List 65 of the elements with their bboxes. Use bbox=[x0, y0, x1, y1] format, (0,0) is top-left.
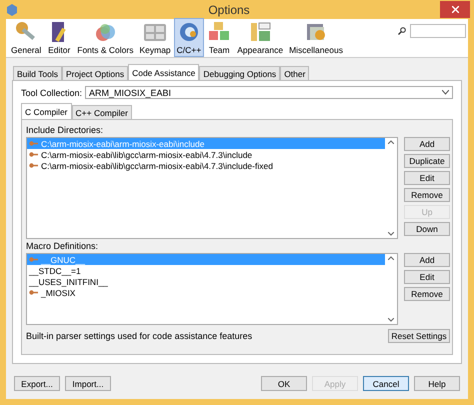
list-item[interactable]: __STDC__=1 bbox=[27, 265, 385, 276]
item-text: C:\arm-miosix-eabi\lib\gcc\arm-miosix-eabi\4.7.3\include bbox=[41, 150, 252, 160]
button[interactable]: Edit bbox=[404, 171, 450, 185]
scroll-up-icon[interactable] bbox=[388, 140, 394, 144]
button[interactable]: Cancel bbox=[363, 376, 409, 391]
scroll-down-icon[interactable] bbox=[388, 232, 394, 236]
item-text: C:\arm-miosix-eabi\lib\gcc\arm-miosix-eabi\4.7.3\include-fixed bbox=[41, 160, 273, 170]
tool-collection-dropdown[interactable]: ARM_MIOSIX_EABI bbox=[85, 86, 453, 99]
list-item[interactable]: C:\arm-miosix-eabi\lib\gcc\arm-miosix-eabi\4.7.3\include bbox=[27, 149, 385, 160]
search-icon bbox=[398, 27, 406, 35]
button[interactable]: Edit bbox=[404, 270, 450, 284]
key-icon bbox=[29, 141, 38, 146]
caret-icon bbox=[442, 90, 449, 95]
category-tab[interactable]: Team bbox=[204, 18, 234, 57]
search-field[interactable] bbox=[410, 24, 466, 38]
tab[interactable]: Build Tools bbox=[13, 66, 62, 81]
category-tab[interactable]: Appearance bbox=[234, 18, 286, 57]
scroll-up-icon[interactable] bbox=[388, 256, 394, 260]
item-text: __GNUC__ bbox=[41, 254, 85, 264]
category-tab[interactable]: C/C++ bbox=[174, 18, 204, 57]
category-tab[interactable]: General bbox=[8, 18, 44, 57]
item-text: __STDC__=1 bbox=[29, 266, 81, 276]
category-tab[interactable]: Editor bbox=[44, 18, 74, 57]
item-text: C:\arm-miosix-eabi\arm-miosix-eabi\include bbox=[41, 138, 204, 148]
category-tab[interactable]: Fonts & Colors bbox=[74, 18, 136, 57]
key-icon bbox=[29, 290, 38, 295]
list-box[interactable]: __GNUC__ __STDC__=1 __USES_INITFINI__ _MIOSIX bbox=[26, 253, 398, 325]
button[interactable]: OK bbox=[261, 376, 307, 391]
button[interactable]: Export... bbox=[14, 376, 60, 391]
item-text: _MIOSIX bbox=[41, 288, 76, 298]
scroll-down-icon[interactable] bbox=[388, 318, 394, 322]
tab[interactable]: C Compiler bbox=[21, 103, 72, 120]
button[interactable]: Import... bbox=[65, 376, 111, 391]
button[interactable]: Duplicate bbox=[404, 154, 450, 168]
key-icon bbox=[29, 163, 38, 168]
reset-settings-button[interactable]: Reset Settings bbox=[388, 329, 450, 343]
list-box[interactable]: C:\arm-miosix-eabi\arm-miosix-eabi\include C:\arm-miosix-eabi\lib\gcc\arm-miosix-eabi\4.7.3\include C:\arm-miosix-eabi\lib\gcc\arm-miosix-eabi\4.7.3\include-fixed bbox=[26, 137, 398, 239]
list-item[interactable]: C:\arm-miosix-eabi\lib\gcc\arm-miosix-eabi\4.7.3\include-fixed bbox=[27, 160, 385, 171]
tab[interactable]: Code Assistance bbox=[128, 64, 200, 81]
key-icon bbox=[29, 257, 38, 262]
note-text: Built-in parser settings used for code assistance features bbox=[26, 331, 252, 341]
button[interactable]: Add bbox=[404, 253, 450, 267]
list-item[interactable]: _MIOSIX bbox=[27, 287, 385, 298]
section-label: Include Directories: bbox=[26, 125, 104, 135]
button[interactable]: Remove bbox=[404, 188, 450, 202]
tab[interactable]: Debugging Options bbox=[199, 66, 280, 81]
layout-icon bbox=[248, 20, 272, 44]
section-label: Macro Definitions: bbox=[26, 241, 100, 251]
tab[interactable]: Project Options bbox=[62, 66, 128, 81]
button[interactable]: Down bbox=[404, 222, 450, 236]
key-icon bbox=[29, 152, 38, 157]
category-tab[interactable]: Keymap bbox=[136, 18, 174, 57]
button[interactable]: Remove bbox=[404, 287, 450, 301]
button[interactable]: Help bbox=[414, 376, 460, 391]
item-text: __USES_INITFINI__ bbox=[29, 276, 108, 286]
close-button[interactable] bbox=[440, 1, 470, 18]
list-item[interactable]: __USES_INITFINI__ bbox=[27, 276, 385, 287]
window-title: Options bbox=[207, 2, 251, 16]
app-icon bbox=[6, 4, 18, 16]
button[interactable]: Add bbox=[404, 137, 450, 151]
category-tab[interactable]: Miscellaneous bbox=[286, 18, 346, 57]
tab[interactable]: C++ Compiler bbox=[72, 105, 132, 120]
close-icon bbox=[452, 6, 458, 13]
field-label: Tool Collection: bbox=[21, 88, 82, 98]
tab[interactable]: Other bbox=[280, 66, 310, 81]
